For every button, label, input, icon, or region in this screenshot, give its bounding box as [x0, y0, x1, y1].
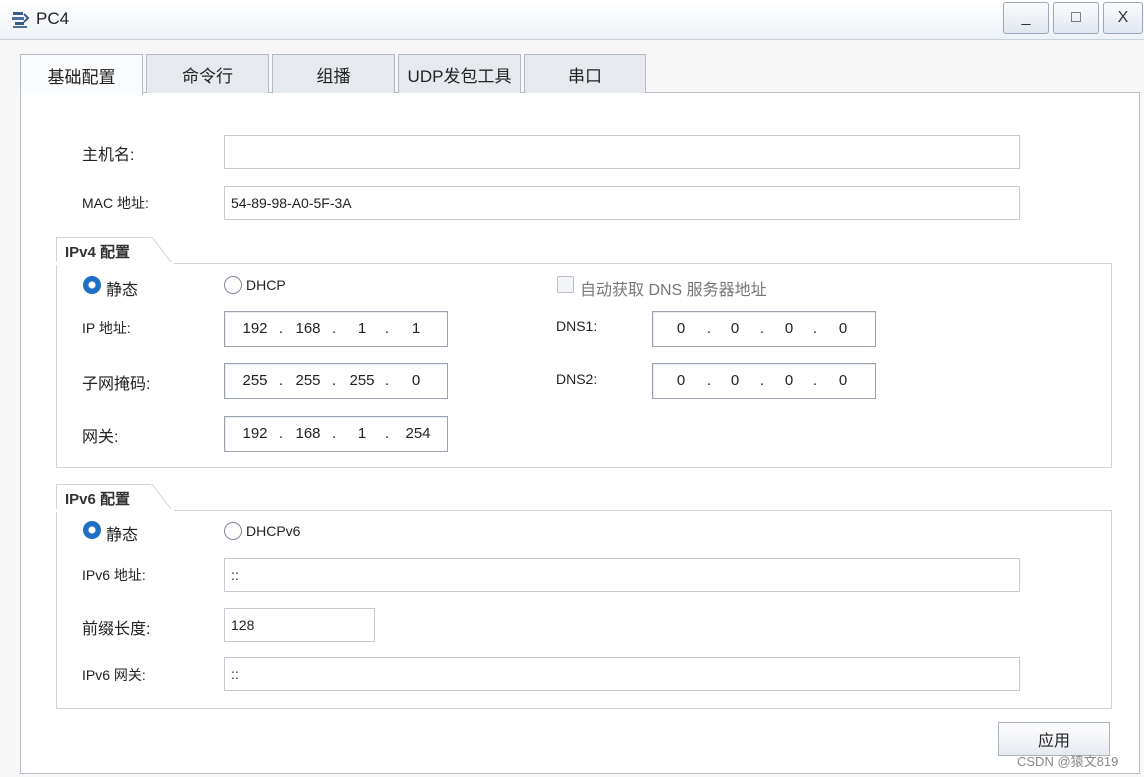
close-icon: X	[1117, 9, 1129, 26]
mask-octet: 0	[411, 372, 421, 389]
gateway-octet: 254	[405, 425, 431, 442]
ipv6-tab-slope	[151, 484, 173, 511]
ip-address-field[interactable]: 192 . 168 . 1 . 1	[224, 311, 448, 347]
gateway-field[interactable]: 192 . 168 . 1 . 254	[224, 416, 448, 452]
dns2-dot: .	[706, 372, 712, 389]
gateway-octet: 168	[295, 425, 321, 442]
ipv4-tab-join	[56, 262, 174, 265]
hostname-label: 主机名:	[82, 147, 135, 164]
auto-dns-label: 自动获取 DNS 服务器地址	[580, 282, 767, 299]
ipv4-tab-slope	[151, 237, 173, 264]
gateway-label: 网关:	[82, 429, 119, 446]
gateway-dot: .	[278, 425, 284, 442]
ipv6-address-field[interactable]: ::	[224, 558, 1020, 592]
mask-octet: 255	[295, 372, 321, 389]
dns2-label: DNS2:	[556, 371, 598, 387]
ip-octet: 1	[411, 320, 421, 337]
watermark: CSDN @猿文819	[1017, 754, 1119, 769]
gateway-dot: .	[331, 425, 337, 442]
dns2-octet: 0	[676, 372, 686, 389]
dns1-dot: .	[812, 320, 818, 337]
dns1-octet: 0	[838, 320, 848, 337]
ipv6-static-label: 静态	[106, 527, 139, 544]
dns1-field[interactable]: 0 . 0 . 0 . 0	[652, 311, 876, 347]
dns1-octet: 0	[730, 320, 740, 337]
minimize-button[interactable]: _	[1003, 2, 1049, 34]
dns2-dot: .	[812, 372, 818, 389]
ipv6-gateway-label: IPv6 网关:	[82, 667, 146, 683]
dns2-dot: .	[759, 372, 765, 389]
ip-address-label: IP 地址:	[82, 320, 131, 336]
maximize-button[interactable]: □	[1053, 2, 1099, 34]
title-bar: PC4 _ □ X	[0, 0, 1144, 40]
hostname-input[interactable]	[224, 135, 1020, 169]
prefix-length-label: 前缀长度:	[82, 621, 151, 638]
pc-network-icon	[12, 12, 30, 28]
ip-octet: 192	[242, 320, 268, 337]
ipv4-dhcp-radio[interactable]	[224, 276, 242, 294]
dns2-octet: 0	[730, 372, 740, 389]
tab-multicast[interactable]: 组播	[272, 54, 395, 93]
close-button[interactable]: X	[1103, 2, 1143, 34]
dns2-octet: 0	[784, 372, 794, 389]
mac-label: MAC 地址:	[82, 195, 149, 211]
ipv6-dhcp-radio[interactable]	[224, 522, 242, 540]
ip-dot: .	[331, 320, 337, 337]
window-title: PC4	[36, 9, 70, 28]
gateway-dot: .	[384, 425, 390, 442]
ipv4-dhcp-label: DHCP	[246, 277, 286, 293]
ipv4-static-label: 静态	[106, 282, 139, 299]
dns1-label: DNS1:	[556, 318, 598, 334]
maximize-icon: □	[1071, 9, 1081, 26]
mask-octet: 255	[349, 372, 375, 389]
ipv6-static-radio[interactable]	[83, 521, 101, 539]
mask-dot: .	[278, 372, 284, 389]
ip-dot: .	[384, 320, 390, 337]
tab-serial[interactable]: 串口	[524, 54, 646, 93]
ip-octet: 1	[357, 320, 367, 337]
dns1-octet: 0	[676, 320, 686, 337]
ipv6-dhcp-label: DHCPv6	[246, 523, 301, 539]
ipv4-static-radio[interactable]	[83, 276, 101, 294]
ipv6-tab-join	[56, 509, 174, 512]
tab-udp-tool[interactable]: UDP发包工具	[398, 54, 521, 93]
gateway-octet: 192	[242, 425, 268, 442]
tab-command-line[interactable]: 命令行	[146, 54, 269, 93]
dns1-dot: .	[706, 320, 712, 337]
ip-dot: .	[278, 320, 284, 337]
minimize-icon: _	[1021, 9, 1031, 26]
prefix-length-field[interactable]: 128	[224, 608, 375, 642]
gateway-octet: 1	[357, 425, 367, 442]
ipv6-group-title: IPv6 配置	[56, 484, 152, 511]
mask-octet: 255	[242, 372, 268, 389]
subnet-mask-label: 子网掩码:	[82, 376, 151, 393]
dns1-dot: .	[759, 320, 765, 337]
ip-octet: 168	[295, 320, 321, 337]
ipv6-address-label: IPv6 地址:	[82, 567, 146, 583]
mac-address-field[interactable]: 54-89-98-A0-5F-3A	[224, 186, 1020, 220]
auto-dns-checkbox[interactable]	[557, 276, 574, 293]
mask-dot: .	[331, 372, 337, 389]
tab-basic-config[interactable]: 基础配置	[20, 54, 143, 95]
dns1-octet: 0	[784, 320, 794, 337]
ipv6-gateway-field[interactable]: ::	[224, 657, 1020, 691]
mask-dot: .	[384, 372, 390, 389]
dns2-octet: 0	[838, 372, 848, 389]
dns2-field[interactable]: 0 . 0 . 0 . 0	[652, 363, 876, 399]
ipv4-group-title: IPv4 配置	[56, 237, 152, 264]
subnet-mask-field[interactable]: 255 . 255 . 255 . 0	[224, 363, 448, 399]
